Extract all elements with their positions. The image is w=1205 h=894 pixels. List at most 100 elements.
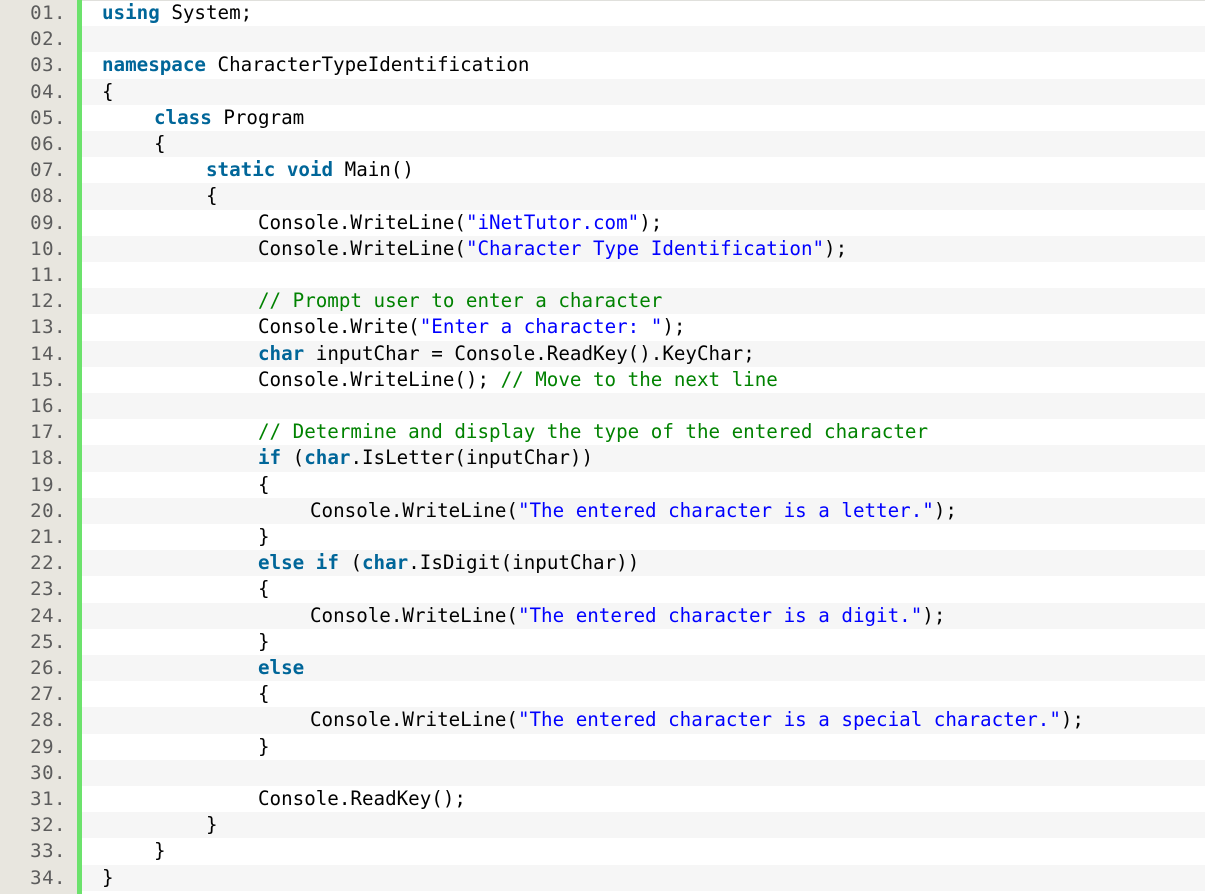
plain-token: {	[258, 472, 270, 496]
keyword-token: else	[258, 551, 305, 575]
line-number: 17.	[30, 421, 66, 444]
plain-token: }	[206, 813, 218, 837]
code-cell	[82, 262, 1205, 288]
comment-token: // Move to the next line	[500, 367, 778, 391]
code-cell: {	[82, 131, 1205, 158]
keyword-token: class	[154, 105, 212, 129]
code-cell: {	[82, 681, 1205, 707]
string-token: "Enter a character: "	[419, 315, 663, 339]
comment-token: // Determine and display the type of the…	[258, 420, 929, 444]
line-number: 24.	[30, 604, 66, 627]
line-number: 30.	[30, 761, 66, 784]
code-cell: }	[82, 734, 1205, 760]
line-number: 01.	[30, 2, 66, 24]
code-text: else if (char.IsDigit(inputChar))	[258, 550, 639, 576]
code-cell: namespace CharacterTypeIdentification	[82, 52, 1205, 78]
code-line: 25.}	[0, 629, 1205, 655]
code-line: 29.}	[0, 734, 1205, 760]
code-cell: class Program	[82, 105, 1205, 131]
code-line: 32.}	[0, 812, 1205, 839]
line-number: 03.	[30, 54, 66, 77]
keyword-token: using	[102, 1, 160, 24]
code-cell: // Determine and display the type of the…	[82, 419, 1205, 445]
plain-token: (	[281, 446, 305, 470]
code-text: Console.WriteLine("Character Type Identi…	[258, 236, 847, 262]
line-number: 25.	[30, 630, 66, 653]
code-line: 19. {	[0, 472, 1205, 498]
plain-token: }	[258, 734, 270, 758]
code-text: Console.WriteLine("The entered character…	[310, 707, 1084, 733]
code-text: {	[258, 472, 270, 498]
code-text: else	[258, 655, 304, 681]
plain-token: }	[258, 525, 270, 548]
code-cell: }	[82, 524, 1205, 550]
code-text: }	[206, 812, 218, 838]
code-cell: }	[82, 629, 1205, 655]
line-number: 09.	[30, 211, 66, 234]
string-token: "The entered character is a special char…	[517, 708, 1061, 732]
code-cell: Console.WriteLine("The entered character…	[82, 602, 1205, 629]
line-number: 28.	[30, 709, 66, 732]
line-number: 05.	[30, 106, 66, 129]
code-line: 10. Console.WriteLine("Character Type Ide…	[0, 235, 1205, 262]
keyword-token: if	[315, 551, 339, 575]
code-text: namespace CharacterTypeIdentification	[102, 52, 529, 78]
code-cell: Console.Write("Enter a character: ");	[82, 314, 1205, 340]
plain-token: );	[1060, 708, 1084, 732]
code-text: Console.ReadKey();	[258, 786, 466, 812]
line-number: 02.	[30, 28, 66, 51]
code-line: 14. char inputChar = Console.ReadKey().Ke…	[0, 340, 1205, 367]
string-token: "iNetTutor.com"	[465, 210, 640, 234]
code-cell	[82, 393, 1205, 420]
keyword-token: char	[304, 446, 351, 470]
line-number: 10.	[30, 237, 66, 260]
code-text: }	[102, 865, 114, 891]
line-number: 27.	[30, 683, 66, 706]
line-number: 12.	[30, 290, 66, 313]
code-line: 11.	[0, 262, 1205, 288]
plain-token: {	[258, 682, 270, 706]
code-cell: }	[82, 864, 1205, 891]
code-text: Console.Write("Enter a character: ");	[258, 314, 685, 340]
code-line: 31. Console.ReadKey();	[0, 786, 1205, 812]
code-text: char inputChar = Console.ReadKey().KeyCh…	[258, 341, 755, 367]
plain-token: Console.ReadKey();	[258, 787, 466, 810]
code-text: if (char.IsLetter(inputChar))	[258, 445, 593, 471]
keyword-token: static	[206, 158, 276, 182]
code-text: }	[258, 734, 270, 760]
code-text: Console.WriteLine(); // Move to the next…	[258, 367, 778, 393]
line-number: 08.	[30, 185, 66, 208]
code-line: 09. Console.WriteLine("iNetTutor.com");	[0, 210, 1205, 236]
code-line: 04. {	[0, 78, 1205, 105]
plain-token: }	[154, 839, 166, 863]
plain-token: System;	[159, 1, 253, 24]
code-line: 21.}	[0, 524, 1205, 550]
line-number: 18.	[30, 447, 66, 470]
string-token: "The entered character is a letter."	[517, 498, 934, 522]
plain-token: }	[258, 629, 270, 653]
line-number: 14.	[30, 342, 66, 365]
code-viewer: 01. using System; 02. 03. namespace Characte…	[0, 0, 1205, 894]
code-cell	[82, 759, 1205, 786]
keyword-token: char	[362, 551, 409, 575]
code-cell: }	[82, 812, 1205, 839]
code-cell: {	[82, 472, 1205, 498]
code-line: 18. if (char.IsLetter(inputChar))	[0, 445, 1205, 472]
code-line: 12. // Prompt user to enter a character	[0, 288, 1205, 315]
code-cell: }	[82, 838, 1205, 864]
plain-token: );	[639, 210, 663, 234]
keyword-token: else	[258, 656, 305, 679]
line-number: 22.	[30, 552, 66, 575]
plain-token: .IsLetter(inputChar))	[350, 446, 594, 470]
code-line: 30.	[0, 759, 1205, 786]
line-number: 20.	[30, 499, 66, 522]
code-text: class Program	[154, 105, 304, 131]
plain-token: {	[206, 184, 218, 208]
code-text: using System;	[102, 0, 252, 26]
plain-token: CharacterTypeIdentification	[205, 53, 530, 77]
line-number: 32.	[30, 814, 66, 837]
line-number: 23.	[30, 578, 66, 601]
code-line: 17. // Determine and display the type of …	[0, 419, 1205, 445]
line-number: 34.	[30, 866, 66, 889]
